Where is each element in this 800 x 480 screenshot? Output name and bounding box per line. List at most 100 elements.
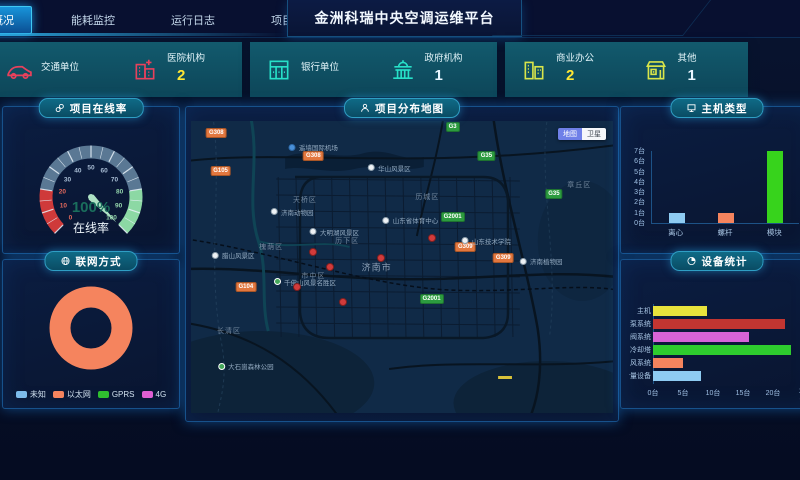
road-badge: G2001 <box>441 212 465 222</box>
network-donut-chart <box>3 276 179 380</box>
shop-icon <box>643 57 669 83</box>
host-chart-plot <box>651 151 799 224</box>
panel-title-text: 项目分布地图 <box>375 101 444 116</box>
panel-title-text: 联网方式 <box>76 254 122 269</box>
device-row: 计量设备 <box>629 369 800 382</box>
gauge-tick-label: 80 <box>116 189 123 196</box>
road-badge: G104 <box>236 282 257 292</box>
legend-swatch <box>53 391 64 398</box>
stat-commercial: 商业办公2 <box>505 42 627 97</box>
bar-track <box>653 358 800 368</box>
host-chart-y-axis: 0台1台2台3台4台5台6台7台 <box>623 151 647 223</box>
legend-item[interactable]: 以太网 <box>53 389 91 400</box>
legend-item[interactable]: 4G <box>142 389 167 400</box>
bar <box>653 306 707 316</box>
x-axis-tick: 0台 <box>648 388 659 398</box>
map-mode-button[interactable]: 地图 <box>558 128 582 140</box>
panel-host-title: 主机类型 <box>671 98 764 118</box>
project-marker[interactable] <box>428 234 436 242</box>
project-marker[interactable] <box>309 248 317 256</box>
legend-swatch <box>142 391 153 398</box>
bar <box>718 213 734 223</box>
gauge-tick-label: 20 <box>59 189 66 196</box>
category-label: 离心 <box>651 227 700 238</box>
poi-label: 华山风景区 <box>378 163 411 173</box>
poi-marker: 遥墙国际机场 <box>289 142 338 152</box>
legend-label: 4G <box>156 390 167 399</box>
white-poi-icon <box>212 252 219 259</box>
road-badge: G2001 <box>420 294 444 304</box>
title-decoration <box>492 0 711 36</box>
map-canvas[interactable]: G308G308G105G3G35G35G2001G2001G309G309G1… <box>191 121 613 413</box>
office-icon <box>521 57 547 83</box>
poi-marker: 华山风景区 <box>368 163 411 173</box>
poi-marker: 腊山风景区 <box>212 250 255 260</box>
bar <box>669 213 685 223</box>
poi-marker: 大石崮森林公园 <box>218 361 274 371</box>
bar <box>653 358 683 368</box>
panel-map-title: 项目分布地图 <box>344 98 460 118</box>
government-icon <box>390 57 416 83</box>
top-nav: 概况 能耗监控 运行日志 项目列表 视频监控 金洲科瑞中央空调运维平台 <box>0 0 800 38</box>
device-row: 主机 <box>629 304 800 317</box>
stat-value: 1 <box>678 67 697 84</box>
legend-swatch <box>98 391 109 398</box>
bar-track <box>653 332 800 342</box>
tab-overview[interactable]: 概况 <box>0 6 32 34</box>
y-axis-tick: 6台 <box>634 156 645 166</box>
panel-network-type: 联网方式 未知以太网GPRS4G <box>2 259 180 409</box>
x-axis-tick: 5台 <box>678 388 689 398</box>
legend-item[interactable]: 未知 <box>16 389 46 400</box>
y-axis-tick: 7台 <box>634 146 645 156</box>
white-poi-icon <box>368 164 375 171</box>
satellite-mode-button[interactable]: 卫星 <box>582 128 606 140</box>
project-marker[interactable] <box>293 283 301 291</box>
blue-poi-icon <box>289 144 296 151</box>
project-marker[interactable] <box>377 254 385 262</box>
x-axis-tick: 10台 <box>706 388 721 398</box>
x-axis-tick: 15台 <box>736 388 751 398</box>
legend-item[interactable]: GPRS <box>98 389 135 400</box>
project-marker[interactable] <box>326 263 334 271</box>
x-axis-tick: 20台 <box>766 388 781 398</box>
road-badge: G35 <box>545 189 562 199</box>
y-axis-tick: 2台 <box>634 197 645 207</box>
device-label: 泵系统 <box>629 319 651 329</box>
bar <box>653 319 785 329</box>
y-axis-tick: 5台 <box>634 167 645 177</box>
poi-marker: 山东技术学院 <box>462 236 511 246</box>
white-poi-icon <box>462 237 469 244</box>
globe-icon <box>61 256 71 266</box>
bank-icon <box>266 57 292 83</box>
chain-link-icon <box>55 103 65 113</box>
road-badge: G308 <box>303 151 324 161</box>
bar-column <box>652 151 701 223</box>
poi-label: 济南植物园 <box>530 256 563 266</box>
panel-online-rate-title: 项目在线率 <box>39 98 144 118</box>
poi-marker: 山东省体育中心 <box>383 215 439 225</box>
white-poi-icon <box>520 258 527 265</box>
device-label: 阀系统 <box>629 332 651 342</box>
panel-title-text: 项目在线率 <box>70 101 128 116</box>
tab-run-log[interactable]: 运行日志 <box>154 7 232 33</box>
gauge-tick-label: 40 <box>74 168 81 175</box>
bar-track <box>653 319 800 329</box>
bar <box>653 345 791 355</box>
bar-track <box>653 306 800 316</box>
header-glow-line <box>0 33 287 36</box>
project-marker[interactable] <box>339 298 347 306</box>
stat-card-1: 交通单位 医院机构2 <box>0 42 242 97</box>
panel-title-text: 主机类型 <box>702 101 748 116</box>
tab-energy-monitor[interactable]: 能耗监控 <box>54 7 132 33</box>
poi-label: 大石崮森林公园 <box>228 361 274 371</box>
legend-label: 未知 <box>30 389 46 400</box>
pie-icon <box>687 256 697 266</box>
stat-label: 银行单位 <box>301 63 339 74</box>
green-poi-icon <box>218 363 225 370</box>
y-axis-tick: 3台 <box>634 187 645 197</box>
stat-traffic: 交通单位 <box>0 42 116 97</box>
stat-label: 交通单位 <box>41 63 79 74</box>
stat-bank: 银行单位 <box>250 42 374 97</box>
page-title: 金洲科瑞中央空调运维平台 <box>287 0 522 37</box>
road-badge: G105 <box>210 166 231 176</box>
